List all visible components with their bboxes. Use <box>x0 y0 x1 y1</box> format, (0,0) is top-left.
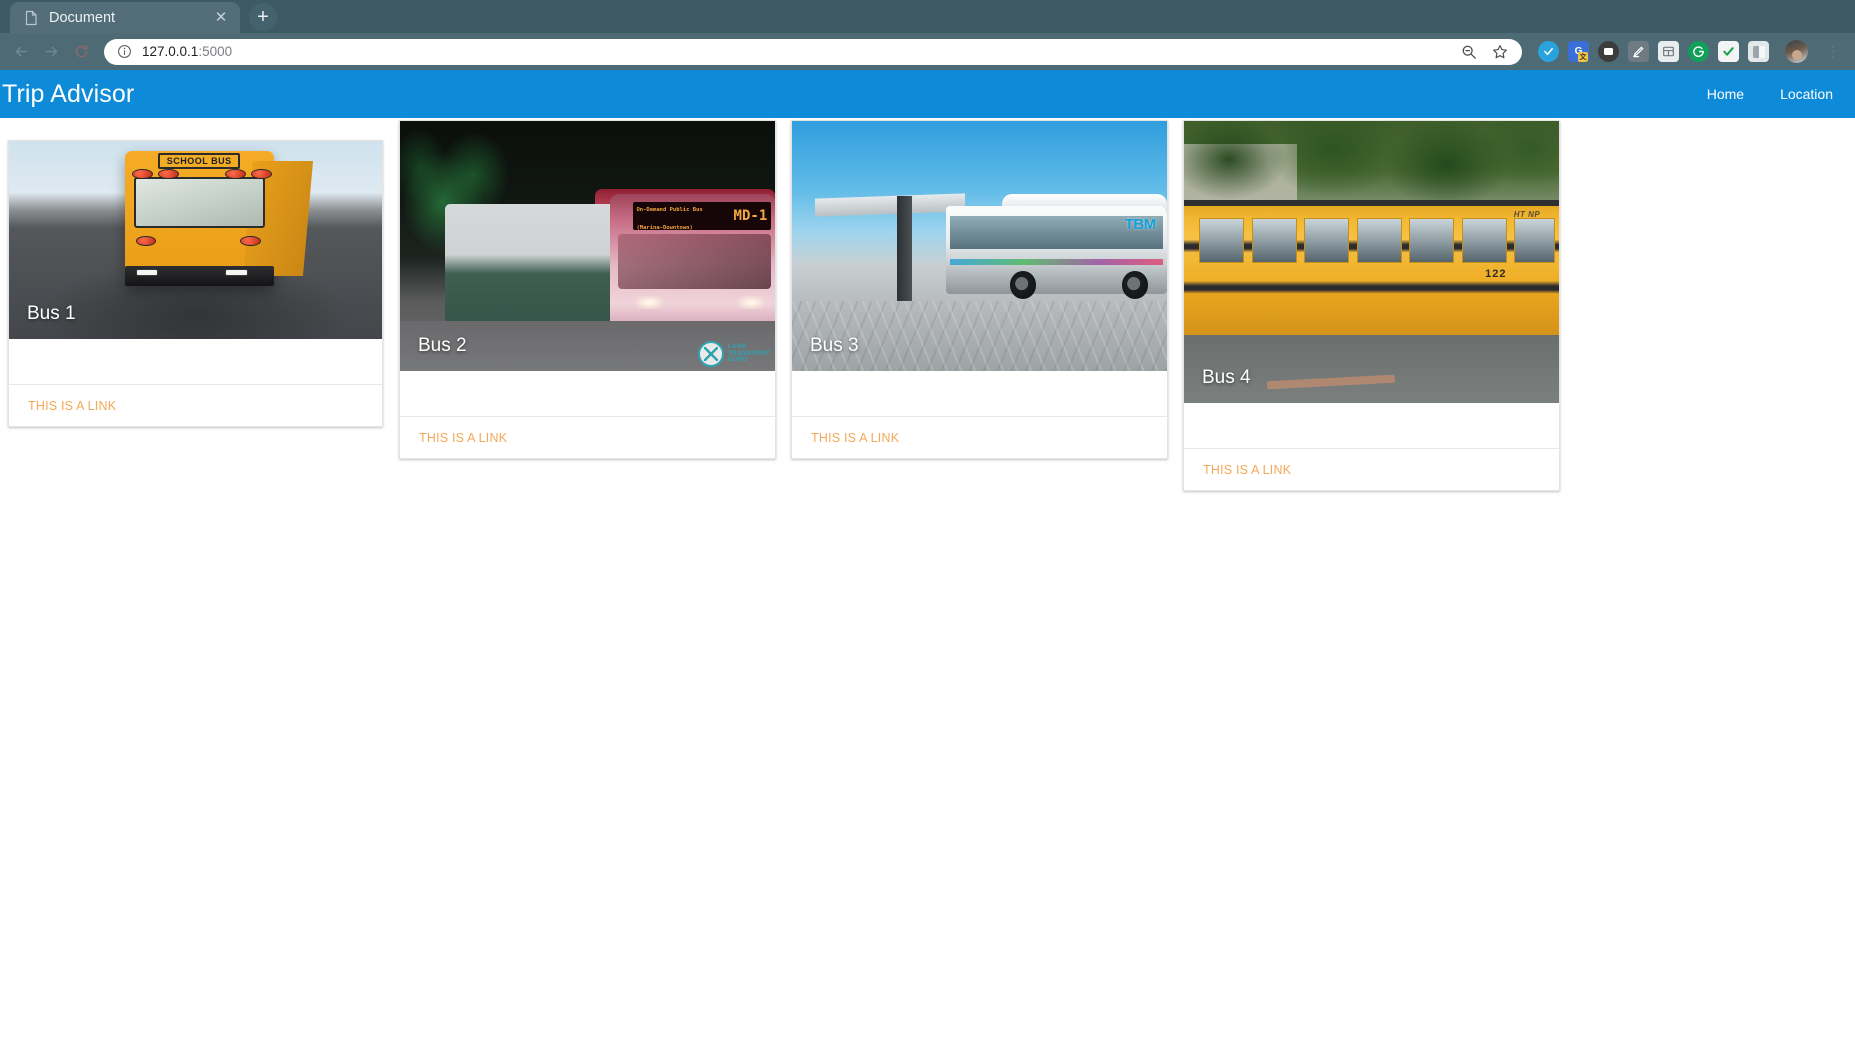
marker-pen-extension-icon[interactable] <box>1628 41 1649 62</box>
watermark-line-3: GURU <box>727 356 748 364</box>
bus-led-destination-sign: On-Demand Public Bus (Marina-Downtown) M… <box>632 202 772 231</box>
card-link[interactable]: THIS IS A LINK <box>1203 463 1291 477</box>
search-zoom-icon[interactable] <box>1460 43 1477 60</box>
star-icon[interactable] <box>1491 43 1508 60</box>
split-panel-extension-icon[interactable] <box>1748 41 1769 62</box>
browser-chrome: Document ✕ + 127.0.0.1:5000 文 <box>0 0 1855 70</box>
card-link[interactable]: THIS IS A LINK <box>419 431 507 445</box>
tab-strip: Document ✕ + <box>0 0 1855 33</box>
tbm-brand-text: TBM <box>1124 216 1157 233</box>
extensions-strip: G 文 <box>1528 40 1843 63</box>
nav-link-home[interactable]: Home <box>1707 86 1744 102</box>
card-body <box>792 371 1167 416</box>
google-translate-extension-icon[interactable]: G 文 <box>1568 41 1589 62</box>
browser-tab[interactable]: Document ✕ <box>10 2 240 33</box>
url-host: 127.0.0.1 <box>142 44 199 59</box>
site-brand[interactable]: Trip Advisor <box>0 80 134 109</box>
bus-code-text: HT NP <box>1513 209 1541 219</box>
browser-toolbar: 127.0.0.1:5000 文 <box>0 33 1855 70</box>
card-body <box>400 371 775 416</box>
back-arrow-icon[interactable] <box>6 37 36 67</box>
bus-cards-container: SCHOOL BUS Bus 1 THIS IS A LINK On-Deman… <box>0 118 1855 998</box>
led-line-1: On-Demand Public Bus <box>636 207 703 213</box>
bus-card[interactable]: TBM Bus 3 THIS IS A LINK <box>791 120 1168 459</box>
led-line-2: (Marina-Downtown) <box>636 225 693 231</box>
forward-arrow-icon[interactable] <box>36 37 66 67</box>
card-body <box>1184 403 1559 448</box>
card-title: Bus 4 <box>1202 367 1251 388</box>
address-bar[interactable]: 127.0.0.1:5000 <box>104 38 1522 65</box>
page-viewport: Trip Advisor Home Location SCHOOL BUS Bu… <box>0 70 1855 1056</box>
bus-card[interactable]: SCHOOL BUS Bus 1 THIS IS A LINK <box>8 140 383 427</box>
card-media: On-Demand Public Bus (Marina-Downtown) M… <box>400 121 775 371</box>
nav-link-location[interactable]: Location <box>1780 86 1833 102</box>
card-title: Bus 3 <box>810 335 859 356</box>
reload-icon[interactable] <box>66 37 96 67</box>
screen-recorder-extension-icon[interactable] <box>1598 41 1619 62</box>
bus-card[interactable]: On-Demand Public Bus (Marina-Downtown) M… <box>399 120 776 459</box>
close-icon[interactable]: ✕ <box>212 9 230 27</box>
url-text: 127.0.0.1:5000 <box>142 44 1450 59</box>
bus-card[interactable]: HT NP 122 Bus 4 THIS IS A LINK <box>1183 120 1560 491</box>
card-footer: THIS IS A LINK <box>792 416 1167 458</box>
info-circle-icon[interactable] <box>117 44 132 59</box>
card-footer: THIS IS A LINK <box>1184 448 1559 490</box>
tab-title: Document <box>49 9 116 26</box>
card-title: Bus 1 <box>27 303 76 324</box>
card-footer: THIS IS A LINK <box>400 416 775 458</box>
card-media: TBM Bus 3 <box>792 121 1167 371</box>
led-route-number: MD-1 <box>733 208 768 224</box>
card-photo-bus-2: On-Demand Public Bus (Marina-Downtown) M… <box>400 121 775 371</box>
url-port: :5000 <box>198 44 233 59</box>
omnibox-actions <box>1460 43 1512 60</box>
site-nav-links: Home Location <box>1707 86 1833 102</box>
card-link[interactable]: THIS IS A LINK <box>811 431 899 445</box>
bus-number-text: 122 <box>1485 267 1507 280</box>
land-transport-guru-watermark: LAND TRANSPORT GURU <box>697 341 770 367</box>
green-check-extension-icon[interactable] <box>1718 41 1739 62</box>
card-title: Bus 2 <box>418 335 467 356</box>
document-icon <box>24 10 38 26</box>
card-media: HT NP 122 Bus 4 <box>1184 121 1559 403</box>
grammarly-extension-icon[interactable] <box>1688 41 1709 62</box>
card-footer: THIS IS A LINK <box>9 384 382 426</box>
new-tab-button[interactable]: + <box>249 3 277 31</box>
site-navbar: Trip Advisor Home Location <box>0 70 1855 118</box>
card-body <box>9 339 382 384</box>
card-photo-bus-4: HT NP 122 <box>1184 121 1559 403</box>
card-photo-bus-3: TBM <box>792 121 1167 371</box>
user-avatar[interactable] <box>1785 40 1808 63</box>
card-media: SCHOOL BUS Bus 1 <box>9 141 382 339</box>
card-link[interactable]: THIS IS A LINK <box>28 399 116 413</box>
checkmark-shield-extension-icon[interactable] <box>1538 41 1559 62</box>
three-dot-menu-icon[interactable] <box>1823 44 1843 59</box>
school-bus-sign-text: SCHOOL BUS <box>158 152 241 169</box>
layout-grid-extension-icon[interactable] <box>1658 41 1679 62</box>
